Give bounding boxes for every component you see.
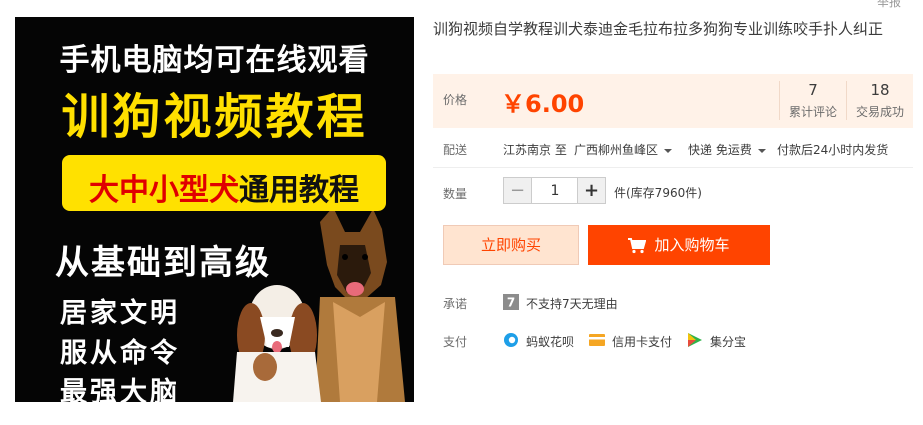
add-to-cart-button[interactable]: 加入购物车 — [588, 225, 770, 265]
hero-bullet: 服从命令 — [60, 338, 180, 369]
quantity-input[interactable] — [532, 178, 578, 203]
quantity-label: 数量 — [443, 187, 468, 201]
shipping-method: 快递 免运费 — [688, 143, 752, 157]
stock-info: 件(库存7960件) — [614, 186, 702, 200]
product-main-image[interactable]: 手机电脑均可在线观看 训狗视频教程 大中小型犬通用教程 从基础到高级 居家文明 … — [15, 17, 414, 402]
dispatch-time: 付款后24小时内发货 — [777, 143, 889, 157]
huabei-icon — [504, 333, 518, 347]
hero-subheading: 从基础到高级 — [55, 243, 271, 283]
price-value: ￥6.00 — [501, 90, 585, 118]
hero-badge: 大中小型犬通用教程 — [62, 155, 386, 211]
hero-badge-red-text: 大中小型犬 — [89, 173, 239, 208]
reviews-count: 7 — [808, 81, 818, 99]
payment-huabei[interactable]: 蚂蚁花呗 — [526, 333, 574, 350]
delivery-destination-select[interactable]: 广西柳州鱼峰区 — [574, 141, 673, 158]
payment-credit-card[interactable]: 信用卡支付 — [612, 333, 672, 350]
chevron-down-icon — [664, 148, 673, 153]
delivery-label: 配送 — [443, 143, 468, 157]
delivery-from: 江苏南京 至 — [503, 143, 567, 157]
payment-label: 支付 — [443, 335, 468, 349]
add-to-cart-label: 加入购物车 — [654, 236, 730, 254]
reviews-stat[interactable]: 7 累计评论 — [779, 81, 846, 120]
svg-text:7: 7 — [507, 296, 515, 310]
price-label: 价格 — [443, 93, 468, 107]
promise-text[interactable]: 不支持7天无理由 — [526, 295, 618, 312]
hero-bullet: 居家文明 — [60, 298, 180, 329]
quantity-stepper: − + — [503, 177, 606, 204]
delivery-destination: 广西柳州鱼峰区 — [574, 143, 659, 157]
deals-count: 18 — [870, 81, 890, 99]
deals-label: 交易成功 — [855, 105, 904, 119]
product-title: 训狗视频自学教程训犬泰迪金毛拉布拉多狗狗专业训练咬手扑人纠正 — [433, 20, 884, 38]
cart-icon — [628, 237, 647, 253]
credit-card-icon — [589, 334, 605, 346]
hero-headline-watch-online: 手机电脑均可在线观看 — [59, 43, 370, 78]
hero-headline-course: 训狗视频教程 — [61, 89, 368, 145]
divider — [433, 167, 913, 168]
deals-stat: 18 交易成功 — [846, 81, 913, 120]
reviews-label: 累计评论 — [788, 105, 837, 119]
no-return-icon: 7 — [503, 294, 519, 310]
quantity-increase-button[interactable]: + — [577, 178, 605, 203]
payment-jifenbao[interactable]: 集分宝 — [710, 333, 746, 350]
buy-now-button[interactable]: 立即购买 — [443, 225, 579, 265]
shipping-select[interactable]: 快递 免运费 — [688, 141, 766, 158]
price-panel: 价格 ￥6.00 7 累计评论 18 交易成功 — [433, 74, 913, 128]
jifenbao-icon — [688, 333, 702, 347]
chevron-down-icon — [757, 148, 766, 153]
report-link[interactable]: 举报 — [877, 0, 901, 10]
quantity-decrease-button[interactable]: − — [504, 178, 532, 203]
hero-bullet: 最强大脑 — [60, 377, 180, 402]
hero-badge-black-text: 通用教程 — [239, 173, 359, 208]
promise-label: 承诺 — [443, 297, 468, 311]
